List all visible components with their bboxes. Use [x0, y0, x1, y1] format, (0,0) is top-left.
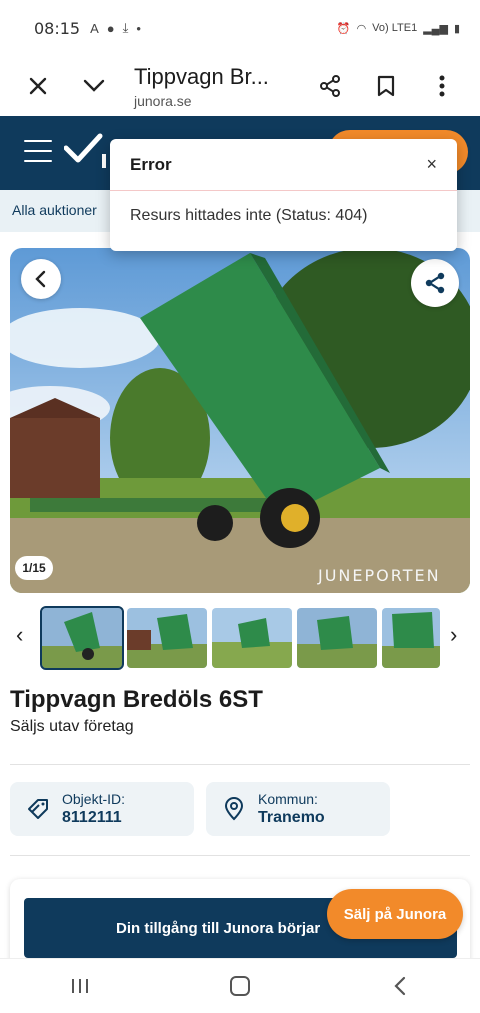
- system-icons: ⏰ ◠ Vo) LTE1 ▂▄▆ ▮: [337, 22, 460, 35]
- close-icon: [29, 77, 47, 95]
- page-title: Tippvagn Br...: [134, 63, 269, 89]
- share-icon: [320, 75, 340, 97]
- product-subtitle: Säljs utav företag: [10, 718, 134, 735]
- back-button[interactable]: [370, 966, 430, 1006]
- share-icon: [425, 272, 445, 294]
- gallery-prev-button[interactable]: [21, 259, 61, 299]
- dot-icon: •: [136, 20, 141, 36]
- object-id-value: 8112111: [62, 809, 122, 826]
- signal-icon: ▂▄▆: [423, 22, 448, 35]
- hero-image[interactable]: [10, 248, 470, 593]
- image-counter: 1/15: [15, 556, 53, 580]
- bookmark-icon: [377, 75, 395, 97]
- product-title: Tippvagn Bredöls 6ST: [10, 686, 263, 713]
- download-icon: ⤓: [122, 20, 129, 35]
- recents-icon: [72, 979, 88, 993]
- error-close-button[interactable]: ×: [426, 154, 437, 175]
- municipality-value: Tranemo: [258, 809, 325, 826]
- battery-icon: ▮: [453, 22, 460, 35]
- notification-icons: A ● ⤓ •: [90, 20, 141, 36]
- thumbnail[interactable]: [382, 608, 440, 668]
- alert-icon: ●: [106, 20, 115, 36]
- error-title: Error: [130, 154, 172, 174]
- object-id-label: Objekt-ID:: [62, 791, 126, 807]
- divider: [10, 764, 470, 765]
- junora-logo[interactable]: [64, 132, 114, 172]
- home-icon: [230, 976, 250, 996]
- menu-button[interactable]: [24, 140, 52, 162]
- promo-text: Din tillgång till Junora börjar: [116, 919, 321, 937]
- page-url: junora.se: [134, 92, 192, 109]
- close-tab-button[interactable]: [10, 58, 66, 114]
- location-pin-icon: [224, 797, 244, 821]
- network-label: Vo) LTE1: [372, 22, 418, 34]
- font-icon: A: [90, 20, 99, 36]
- collapse-button[interactable]: [66, 58, 122, 114]
- chevron-down-icon: [83, 79, 105, 92]
- status-bar: 08:15 A ● ⤓ • ⏰ ◠ Vo) LTE1 ▂▄▆ ▮: [0, 0, 480, 56]
- thumbs-prev-button[interactable]: ‹: [16, 622, 23, 648]
- tag-icon: [28, 799, 48, 819]
- browser-toolbar: Tippvagn Br... junora.se: [0, 56, 480, 116]
- image-watermark: JUNEPORTEN: [318, 566, 441, 585]
- back-icon: [394, 976, 406, 996]
- share-button[interactable]: [302, 58, 358, 114]
- error-dialog-header: Error ×: [110, 139, 457, 191]
- home-button[interactable]: [210, 966, 270, 1006]
- municipality-label: Kommun:: [258, 791, 318, 807]
- thumbnail[interactable]: [127, 608, 207, 668]
- thumbnail[interactable]: [297, 608, 377, 668]
- divider: [10, 855, 470, 856]
- thumbnail[interactable]: [212, 608, 292, 668]
- share-listing-button[interactable]: [411, 259, 459, 307]
- breadcrumb-link[interactable]: Alla auktioner: [12, 202, 97, 218]
- error-dialog: Error × Resurs hittades inte (Status: 40…: [110, 139, 457, 251]
- municipality-card: Kommun: Tranemo: [206, 782, 390, 836]
- alarm-icon: ⏰: [336, 22, 351, 35]
- status-time: 08:15: [34, 18, 81, 38]
- recent-apps-button[interactable]: [50, 966, 110, 1006]
- error-message: Resurs hittades inte (Status: 404): [130, 207, 368, 224]
- page-title-area[interactable]: Tippvagn Br... junora.se: [122, 64, 302, 109]
- wifi-icon: ◠: [356, 22, 367, 35]
- thumbs-next-button[interactable]: ›: [450, 622, 457, 648]
- thumbnail-strip: ‹ ›: [0, 606, 480, 670]
- thumbnail[interactable]: [40, 606, 124, 670]
- system-nav-bar: [0, 958, 480, 1013]
- sell-on-junora-button[interactable]: Sälj på Junora: [327, 889, 463, 939]
- bookmark-button[interactable]: [358, 58, 414, 114]
- object-id-card: Objekt-ID: 8112111: [10, 782, 194, 836]
- chevron-left-icon: [35, 270, 46, 288]
- more-vert-icon: [439, 75, 445, 97]
- more-options-button[interactable]: [414, 58, 470, 114]
